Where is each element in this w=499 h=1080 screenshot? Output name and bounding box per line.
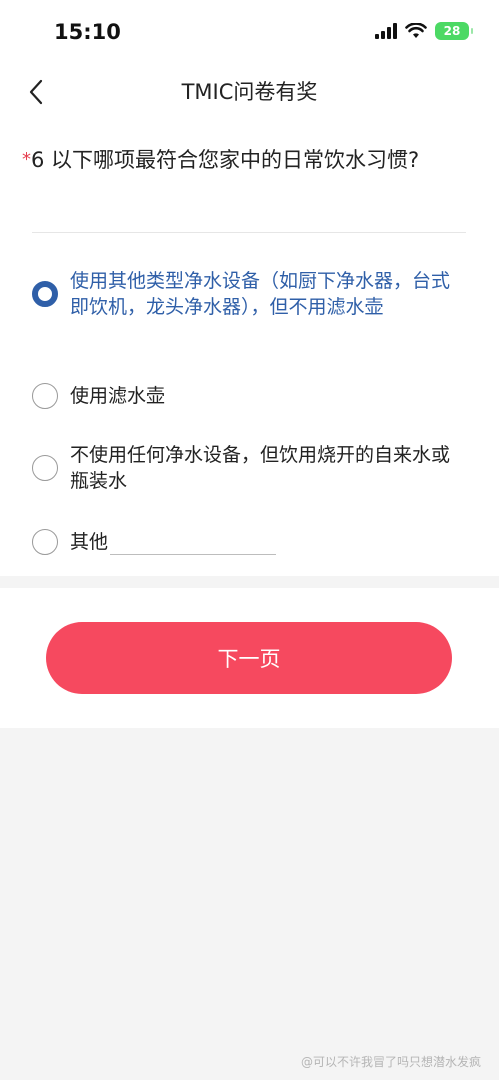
status-time: 15:10 xyxy=(54,20,121,44)
status-bar: 15:10 28 xyxy=(0,0,499,66)
divider xyxy=(32,232,466,233)
question-label: 6 以下哪项最符合您家中的日常饮水习惯? xyxy=(31,148,420,172)
battery-icon: 28 xyxy=(435,22,473,40)
option-other-purifier[interactable]: 使用其他类型净水设备（如厨下净水器，台式即饮机，龙头净水器），但不用滤水壶 xyxy=(32,268,462,320)
option-label: 不使用任何净水设备，但饮用烧开的自来水或瓶装水 xyxy=(70,444,451,492)
other-text-input[interactable] xyxy=(110,529,277,555)
footer: 下一页 xyxy=(0,588,499,728)
option-other[interactable]: 其他 xyxy=(32,529,462,555)
option-label: 使用其他类型净水设备（如厨下净水器，台式即饮机，龙头净水器），但不用滤水壶 xyxy=(70,270,451,318)
cellular-signal-icon xyxy=(375,23,397,39)
option-no-purifier[interactable]: 不使用任何净水设备，但饮用烧开的自来水或瓶装水 xyxy=(32,442,462,494)
option-label: 其他 xyxy=(70,531,109,553)
battery-level: 28 xyxy=(443,24,461,38)
next-page-button[interactable]: 下一页 xyxy=(46,622,452,694)
question-text: *6 以下哪项最符合您家中的日常饮水习惯? xyxy=(22,144,462,176)
nav-bar: TMIC问卷有奖 xyxy=(0,66,499,118)
question-card: *6 以下哪项最符合您家中的日常饮水习惯? 使用其他类型净水设备（如厨下净水器，… xyxy=(0,118,499,576)
radio-button[interactable] xyxy=(32,529,58,555)
radio-button[interactable] xyxy=(32,281,58,307)
radio-button[interactable] xyxy=(32,455,58,481)
wifi-icon xyxy=(405,23,427,38)
watermark: @可以不许我冒了吗只想潜水发疯 xyxy=(300,1055,481,1069)
required-mark: * xyxy=(22,149,31,170)
option-label: 使用滤水壶 xyxy=(70,385,166,407)
option-filter-pitcher[interactable]: 使用滤水壶 xyxy=(32,383,462,409)
page-title: TMIC问卷有奖 xyxy=(181,80,318,104)
status-icons: 28 xyxy=(375,22,473,40)
radio-button[interactable] xyxy=(32,383,58,409)
